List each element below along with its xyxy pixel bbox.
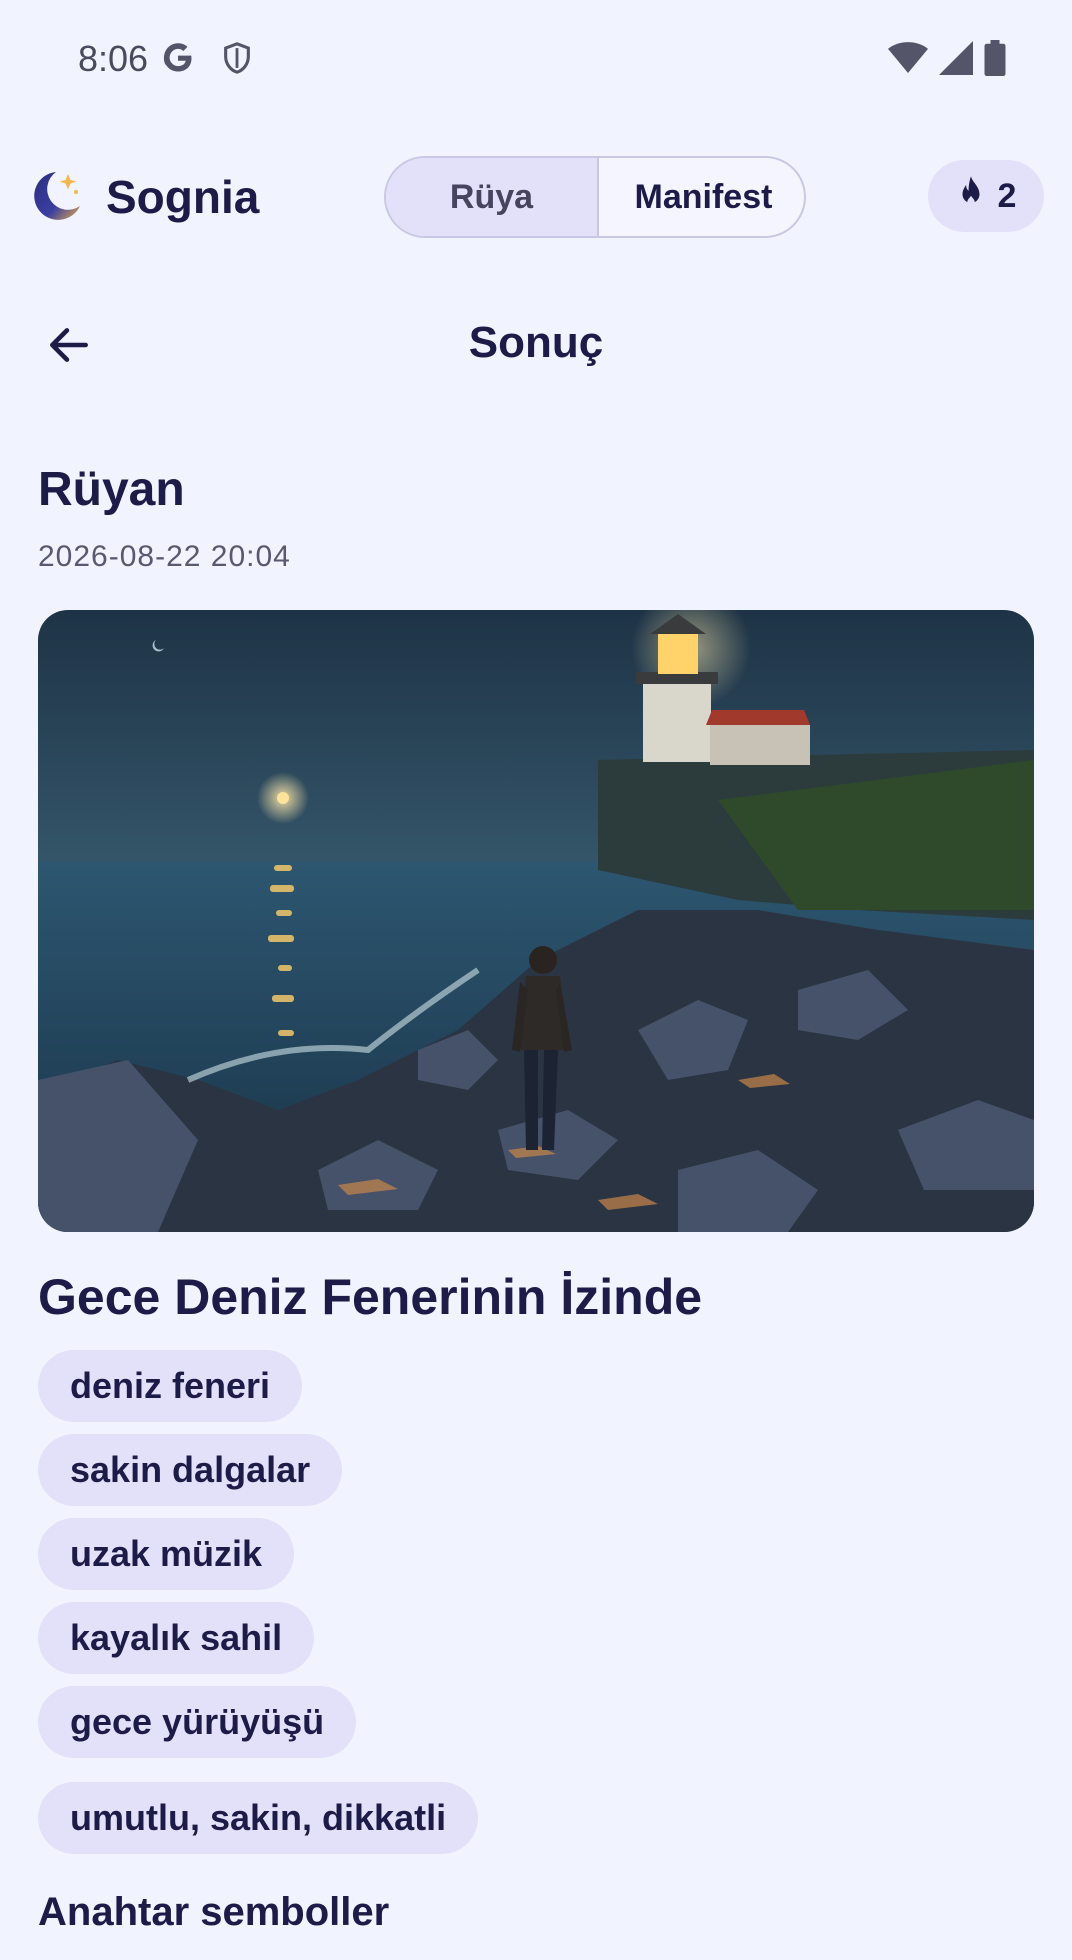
- wifi-icon: [888, 41, 928, 80]
- streak-count: 2: [997, 176, 1017, 215]
- status-bar: 8:06: [0, 0, 1072, 120]
- tag-chip: deniz feneri: [38, 1350, 303, 1422]
- battery-icon: [984, 40, 1006, 81]
- mood-chip: umutlu, sakin, dikkatli: [38, 1782, 479, 1854]
- google-icon: [160, 40, 196, 81]
- app-title: Sognia: [106, 171, 260, 223]
- page-title: Sonuç: [468, 318, 604, 367]
- key-symbols-heading: Anahtar semboller: [38, 1890, 390, 1934]
- dream-date: 2026-08-22 20:04: [38, 540, 291, 573]
- tag-chip: uzak müzik: [38, 1518, 295, 1590]
- flame-icon: [956, 175, 986, 218]
- tab-manifest[interactable]: Manifest: [599, 158, 804, 236]
- streak-badge[interactable]: 2: [928, 160, 1044, 232]
- shield-icon: [220, 40, 254, 81]
- mode-segmented-control: Rüya Manifest: [384, 156, 806, 238]
- status-time: 8:06: [78, 38, 149, 79]
- moon-logo-icon: [26, 166, 86, 226]
- dream-illustration: [38, 610, 1034, 1232]
- tab-ruya[interactable]: Rüya: [386, 158, 599, 236]
- tag-chip: gece yürüyüşü: [38, 1686, 357, 1758]
- back-arrow-icon[interactable]: [44, 320, 94, 370]
- dream-title: Gece Deniz Fenerinin İzinde: [38, 1269, 703, 1325]
- app-bar: Sognia Rüya Manifest 2: [0, 150, 1072, 246]
- section-title: Rüyan: [38, 463, 185, 516]
- tag-chip: kayalık sahil: [38, 1602, 315, 1674]
- tag-chip: sakin dalgalar: [38, 1434, 343, 1506]
- signal-icon: [938, 41, 974, 80]
